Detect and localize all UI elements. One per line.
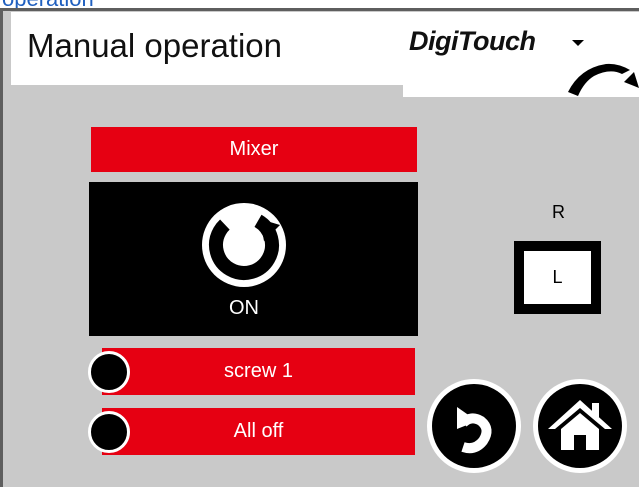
home-button[interactable] xyxy=(531,377,629,475)
screw-status-indicator xyxy=(88,351,130,393)
all-off-status-indicator xyxy=(88,411,130,453)
switch-l-label: L xyxy=(524,251,591,304)
logo-swoosh-icon xyxy=(568,40,639,96)
rotate-icon[interactable] xyxy=(200,201,288,289)
mixer-label: Mixer xyxy=(91,127,417,172)
brand-logo-text: DigiTouch xyxy=(409,26,536,56)
local-remote-switch[interactable]: L xyxy=(514,241,601,314)
back-button[interactable] xyxy=(425,377,523,475)
mixer-state-text: ON xyxy=(229,297,259,319)
switch-r-label: R xyxy=(552,202,565,222)
all-off-button[interactable]: All off xyxy=(102,408,415,455)
page-title: Manual operation xyxy=(27,27,283,64)
screw-1-button[interactable]: screw 1 xyxy=(102,348,415,395)
